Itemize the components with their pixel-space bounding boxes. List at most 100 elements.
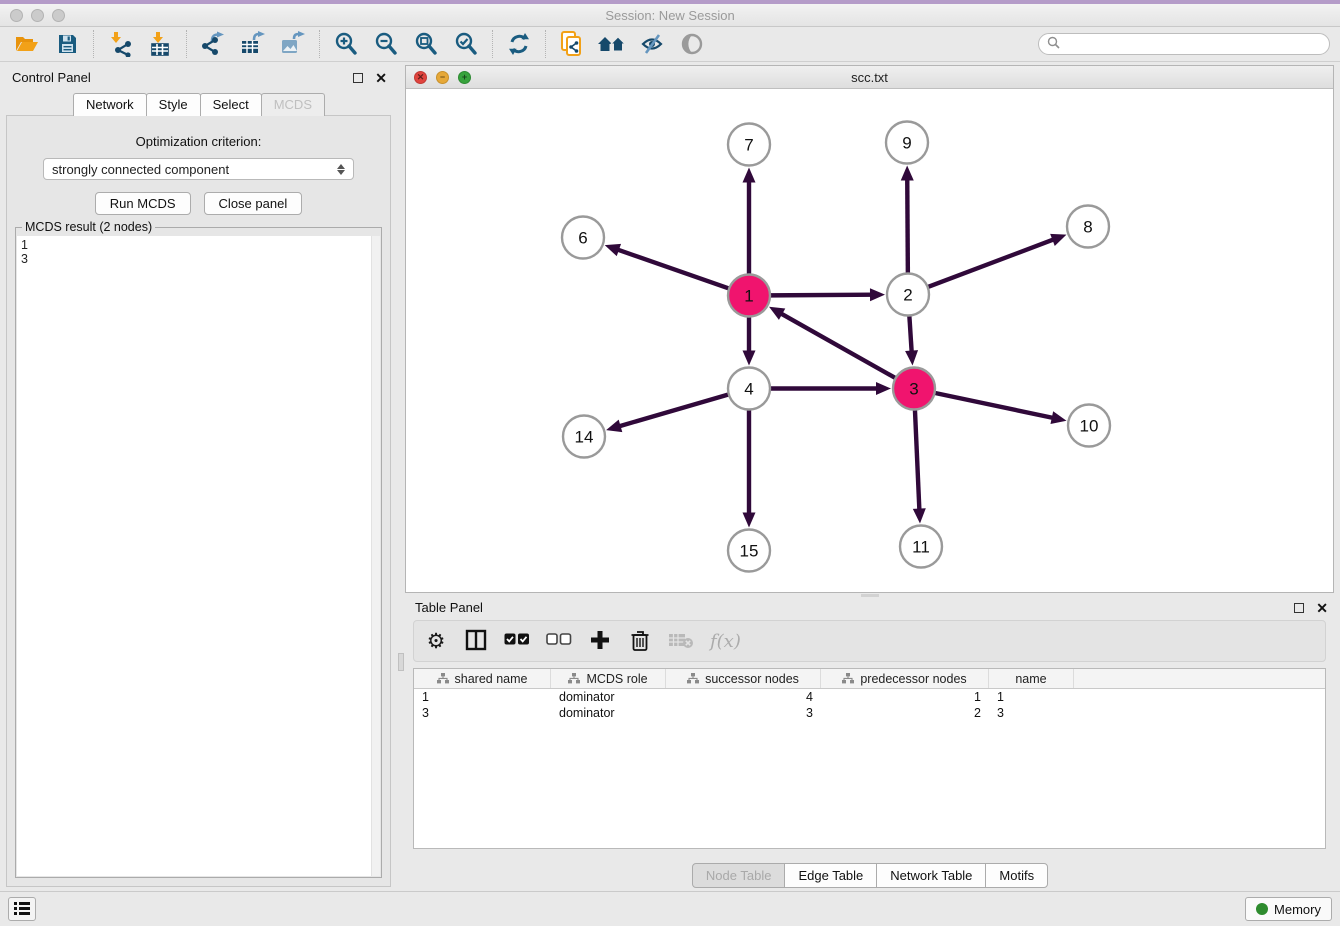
node-1[interactable]: 1	[728, 275, 770, 317]
delete-column-button[interactable]	[628, 626, 652, 656]
table-cell[interactable]: dominator	[551, 706, 666, 720]
edge-2-3[interactable]	[909, 315, 911, 353]
node-6[interactable]: 6	[562, 217, 604, 259]
import-table-button[interactable]	[143, 29, 177, 59]
table-cell[interactable]: 4	[666, 690, 821, 704]
column-header-predecessor-nodes[interactable]: predecessor nodes	[821, 669, 989, 688]
table-panel-mode-button[interactable]	[464, 626, 488, 656]
table-row[interactable]: 3dominator323	[414, 705, 1325, 721]
houses-icon	[597, 32, 627, 56]
zoom-fit-button[interactable]	[409, 29, 443, 59]
mcds-result-title: MCDS result (2 nodes)	[22, 220, 155, 234]
node-15[interactable]: 15	[728, 530, 770, 572]
show-all-button[interactable]	[675, 29, 709, 59]
save-session-button[interactable]	[50, 29, 84, 59]
memory-button[interactable]: Memory	[1245, 897, 1332, 921]
table-cell[interactable]: dominator	[551, 690, 666, 704]
node-3[interactable]: 3	[893, 368, 935, 410]
node-4[interactable]: 4	[728, 368, 770, 410]
apply-layout-button[interactable]	[502, 29, 536, 59]
tab-select[interactable]: Select	[200, 93, 262, 116]
table-cell[interactable]: 3	[414, 706, 551, 720]
zoom-in-button[interactable]	[329, 29, 363, 59]
float-panel-icon[interactable]	[353, 73, 363, 83]
tab-motifs[interactable]: Motifs	[985, 863, 1048, 888]
import-network-button[interactable]	[103, 29, 137, 59]
export-table-button[interactable]	[236, 29, 270, 59]
node-10[interactable]: 10	[1068, 405, 1110, 447]
table-cell[interactable]: 2	[821, 706, 989, 720]
node-7[interactable]: 7	[728, 124, 770, 166]
table-row[interactable]: 1dominator411	[414, 689, 1325, 705]
mcds-result-text[interactable]: 1 3	[17, 236, 371, 876]
table-cell[interactable]: 1	[989, 690, 1074, 704]
optimization-criterion-dropdown[interactable]: strongly connected component	[43, 158, 354, 180]
export-image-button[interactable]	[276, 29, 310, 59]
export-image-icon	[280, 31, 306, 57]
run-mcds-button[interactable]: Run MCDS	[95, 192, 191, 215]
table-cell[interactable]: 1	[821, 690, 989, 704]
edge-1-2[interactable]	[770, 295, 873, 296]
arrowhead-2-9	[901, 165, 914, 180]
plus-icon	[590, 630, 610, 653]
close-panel-icon[interactable]: ✕	[1316, 601, 1328, 615]
table-settings-button[interactable]: ⚙	[424, 626, 448, 656]
close-panel-button[interactable]: Close panel	[204, 192, 303, 215]
node-11[interactable]: 11	[900, 526, 942, 568]
column-header-shared-name[interactable]: shared name	[414, 669, 551, 688]
add-column-button[interactable]	[588, 626, 612, 656]
tab-style[interactable]: Style	[146, 93, 201, 116]
zoom-fit-icon	[413, 31, 439, 57]
tab-edge-table[interactable]: Edge Table	[784, 863, 877, 888]
import-network-icon	[107, 31, 133, 57]
split-columns-icon	[465, 629, 487, 654]
first-neighbors-button[interactable]	[595, 29, 629, 59]
tab-network[interactable]: Network	[73, 93, 147, 116]
column-header-successor-nodes[interactable]: successor nodes	[666, 669, 821, 688]
edge-3-10[interactable]	[935, 393, 1055, 418]
task-history-button[interactable]	[8, 897, 36, 921]
edge-3-1[interactable]	[779, 313, 895, 379]
network-canvas[interactable]: 7 9 6 8 1 2 4 3 14 10 15 11	[406, 89, 1333, 592]
tab-node-table[interactable]: Node Table	[692, 863, 786, 888]
tab-network-table[interactable]: Network Table	[876, 863, 986, 888]
node-label: 11	[912, 538, 930, 557]
splitter-grip[interactable]	[398, 653, 404, 671]
app-titlebar[interactable]: Session: New Session	[0, 4, 1340, 27]
node-label: 9	[902, 134, 911, 153]
search-input[interactable]	[1065, 37, 1321, 51]
hide-selected-button[interactable]	[635, 29, 669, 59]
node-8[interactable]: 8	[1067, 206, 1109, 248]
function-builder-button[interactable]: f(x)	[710, 626, 741, 656]
float-panel-icon[interactable]	[1294, 603, 1304, 613]
edge-3-11[interactable]	[915, 409, 920, 511]
edge-2-8[interactable]	[928, 239, 1056, 287]
export-network-button[interactable]	[196, 29, 230, 59]
result-scrollbar[interactable]	[371, 236, 380, 876]
zoom-out-button[interactable]	[369, 29, 403, 59]
network-window-titlebar[interactable]: ✕ − + scc.txt	[406, 66, 1333, 89]
open-file-button[interactable]	[10, 29, 44, 59]
mcds-result-fieldset: MCDS result (2 nodes) 1 3	[15, 227, 382, 878]
delete-table-button[interactable]	[668, 626, 694, 656]
close-panel-icon[interactable]: ✕	[375, 71, 387, 85]
zoom-selected-icon	[453, 31, 479, 57]
node-9[interactable]: 9	[886, 122, 928, 164]
node-14[interactable]: 14	[563, 416, 605, 458]
toolbar-separator	[492, 30, 493, 58]
column-header-MCDS-role[interactable]: MCDS role	[551, 669, 666, 688]
edge-2-9[interactable]	[907, 177, 908, 273]
table-cell[interactable]: 1	[414, 690, 551, 704]
column-header-name[interactable]: name	[989, 669, 1074, 688]
zoom-selected-button[interactable]	[449, 29, 483, 59]
tab-mcds[interactable]: MCDS	[261, 93, 325, 116]
edge-1-6[interactable]	[616, 249, 729, 289]
hide-columns-button[interactable]	[546, 626, 572, 656]
node-2[interactable]: 2	[887, 274, 929, 316]
table-cell[interactable]: 3	[666, 706, 821, 720]
edge-4-14[interactable]	[618, 394, 729, 426]
vertical-splitter[interactable]	[397, 62, 405, 891]
show-columns-button[interactable]	[504, 626, 530, 656]
clone-network-button[interactable]	[555, 29, 589, 59]
table-cell[interactable]: 3	[989, 706, 1074, 720]
